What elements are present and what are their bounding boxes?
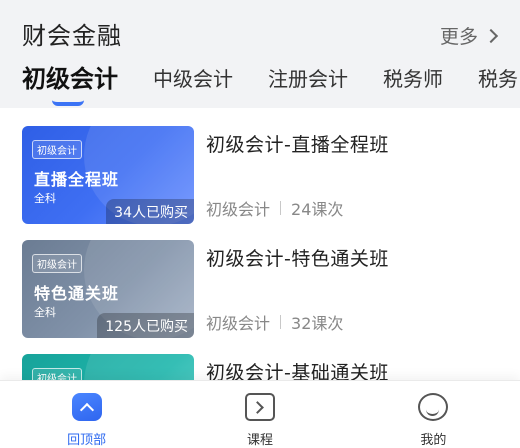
tab-zhuce-kuaiji[interactable]: 注册会计 <box>268 62 348 102</box>
nav-label: 我的 <box>420 433 447 448</box>
thumbnail-tag: 初级会计 <box>32 140 82 159</box>
thumbnail-decoration <box>84 354 194 380</box>
profile-icon <box>418 393 449 421</box>
course-category: 初级会计 <box>206 200 271 219</box>
tab-shuiwushi[interactable]: 税务师 <box>383 62 443 102</box>
more-label: 更多 <box>439 26 478 48</box>
course-title[interactable]: 初级会计-基础通关班 <box>206 358 389 380</box>
tab-chuji-kuaiji[interactable]: 初级会计 <box>22 62 118 106</box>
course-thumbnail[interactable]: 初级会计 特色通关班 全科 125人已购买 <box>22 240 194 338</box>
nav-label: 课程 <box>246 433 273 448</box>
thumbnail-subtitle: 全科 <box>34 306 56 319</box>
back-to-top-icon <box>71 393 102 421</box>
thumbnail-subtitle: 全科 <box>34 192 56 205</box>
tab-label: 初级会计 <box>22 65 118 93</box>
course-title[interactable]: 初级会计-直播全程班 <box>206 130 389 157</box>
course-card[interactable]: 初级会计 直播全程班 全科 34人已购买 初级会计-直播全程班 初级会计 24课… <box>22 126 502 224</box>
course-title[interactable]: 初级会计-特色通关班 <box>206 244 389 271</box>
nav-profile[interactable]: 我的 <box>347 381 520 448</box>
more-link[interactable]: 更多 <box>439 22 499 49</box>
bottom-navigation: 回顶部 课程 我的 <box>0 380 520 448</box>
buyer-count: 34人已购买 <box>106 199 194 224</box>
course-thumbnail[interactable]: 初级会计 直播全程班 全科 34人已购买 <box>22 126 194 224</box>
course-icon <box>244 393 275 421</box>
course-list: 初级会计 直播全程班 全科 34人已购买 初级会计-直播全程班 初级会计 24课… <box>0 108 520 380</box>
course-category: 初级会计 <box>206 314 271 333</box>
active-tab-indicator <box>52 100 84 106</box>
thumbnail-tag: 初级会计 <box>32 254 82 273</box>
tab-label: 中级会计 <box>153 67 233 91</box>
course-meta: 初级会计 32课次 <box>206 310 343 334</box>
section-header: 财会金融 更多 初级会计 中级会计 注册会计 税务师 税务 <box>0 0 520 108</box>
thumbnail-name: 直播全程班 <box>34 170 120 189</box>
tab-label: 税务 <box>478 67 518 91</box>
course-card[interactable]: 初级会计 初级会计-基础通关班 <box>22 354 502 380</box>
lesson-count: 32课次 <box>291 314 344 333</box>
category-tabs: 初级会计 中级会计 注册会计 税务师 税务 <box>22 62 520 106</box>
nav-back-to-top[interactable]: 回顶部 <box>0 381 173 448</box>
lesson-count: 24课次 <box>291 200 344 219</box>
thumbnail-name: 特色通关班 <box>34 284 120 303</box>
tab-label: 注册会计 <box>268 67 348 91</box>
buyer-count: 125人已购买 <box>97 313 194 338</box>
meta-divider <box>280 201 282 215</box>
chevron-right-icon <box>483 28 499 43</box>
meta-divider <box>280 315 282 329</box>
tab-label: 税务师 <box>383 67 443 91</box>
nav-courses[interactable]: 课程 <box>173 381 346 448</box>
course-thumbnail[interactable]: 初级会计 <box>22 354 194 380</box>
thumbnail-tag: 初级会计 <box>32 368 82 380</box>
tab-zhongji-kuaiji[interactable]: 中级会计 <box>153 62 233 102</box>
nav-label: 回顶部 <box>67 433 107 448</box>
section-title: 财会金融 <box>22 22 122 50</box>
tab-shuiwu[interactable]: 税务 <box>478 62 518 102</box>
course-card[interactable]: 初级会计 特色通关班 全科 125人已购买 初级会计-特色通关班 初级会计 32… <box>22 240 502 338</box>
course-meta: 初级会计 24课次 <box>206 196 343 220</box>
